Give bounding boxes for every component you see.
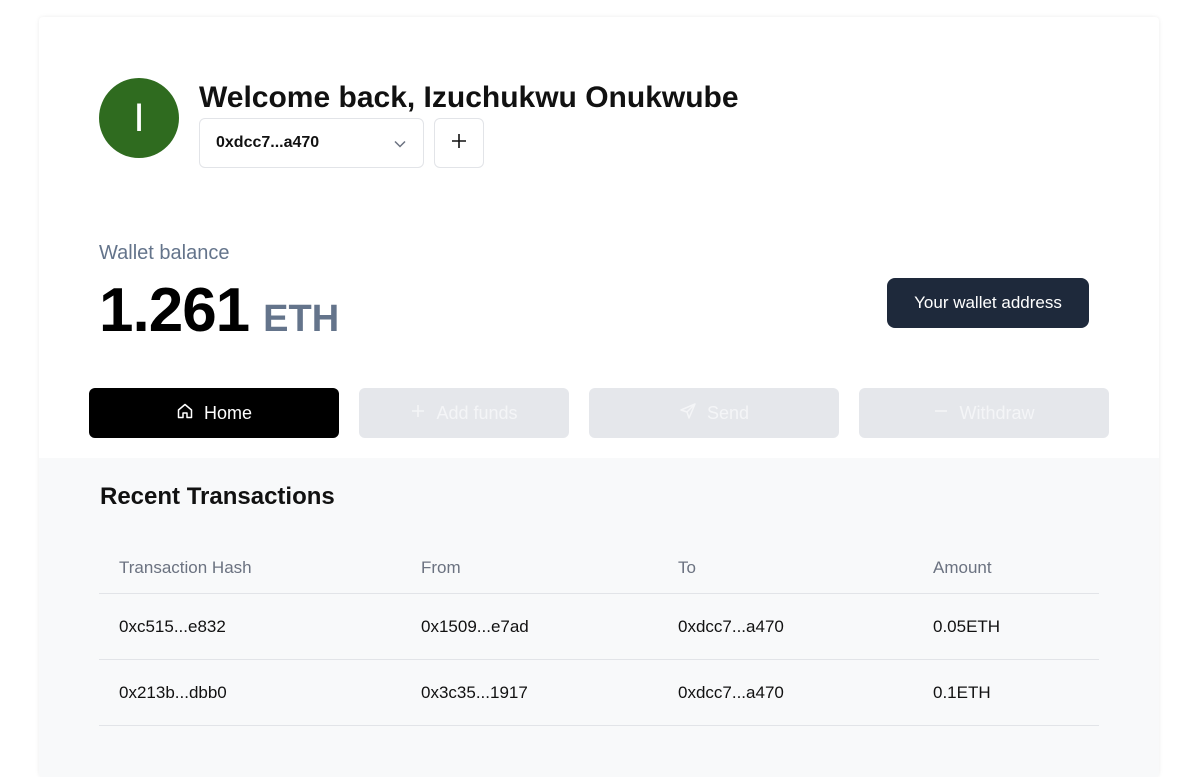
transactions-table: Transaction Hash From To Amount 0xc515..… — [99, 542, 1099, 726]
plus-icon — [410, 403, 426, 424]
balance-label: Wallet balance — [99, 242, 230, 264]
column-header-amount: Amount — [933, 557, 992, 577]
minus-icon — [933, 403, 949, 424]
tx-amount: 0.05ETH — [933, 616, 1001, 636]
plus-icon — [451, 133, 467, 154]
balance-amount: 1.261 — [99, 276, 250, 345]
chevron-down-icon — [393, 137, 407, 156]
section-title: Recent Transactions — [100, 483, 335, 510]
avatar-initial: I — [133, 95, 145, 140]
tx-to: 0xdcc7...a470 — [678, 682, 784, 702]
wallet-card: I Welcome back, Izuchukwu Onukwube 0xdcc… — [39, 17, 1159, 777]
balance-value: 1.261 ETH — [99, 275, 339, 346]
column-header-to: To — [678, 557, 696, 577]
tx-from: 0x1509...e7ad — [421, 616, 529, 636]
welcome-heading: Welcome back, Izuchukwu Onukwube — [199, 81, 739, 114]
home-label: Home — [203, 402, 252, 423]
add-funds-button[interactable]: Add funds — [359, 388, 569, 438]
add-funds-label: Add funds — [436, 402, 518, 423]
wallet-address-button[interactable]: Your wallet address — [887, 278, 1089, 328]
avatar: I — [99, 78, 179, 158]
home-icon — [176, 402, 194, 425]
column-header-from: From — [421, 557, 461, 577]
selected-address: 0xdcc7...a470 — [216, 134, 320, 151]
tx-amount: 0.1ETH — [933, 682, 991, 702]
table-row[interactable]: 0x213b...dbb0 0x3c35...1917 0xdcc7...a47… — [99, 660, 1099, 726]
withdraw-label: Withdraw — [959, 402, 1035, 423]
home-button[interactable]: Home — [89, 388, 339, 438]
recent-transactions-section: Recent Transactions Transaction Hash Fro… — [39, 458, 1159, 777]
tx-to: 0xdcc7...a470 — [678, 616, 784, 636]
tx-hash: 0xc515...e832 — [119, 616, 226, 636]
address-selector[interactable]: 0xdcc7...a470 — [199, 118, 424, 168]
send-icon — [679, 402, 697, 425]
table-row[interactable]: 0xc515...e832 0x1509...e7ad 0xdcc7...a47… — [99, 594, 1099, 660]
balance-unit: ETH — [263, 298, 340, 340]
table-header-row: Transaction Hash From To Amount — [99, 542, 1099, 594]
withdraw-button[interactable]: Withdraw — [859, 388, 1109, 438]
send-button[interactable]: Send — [589, 388, 839, 438]
tx-from: 0x3c35...1917 — [421, 682, 528, 702]
send-label: Send — [706, 402, 750, 423]
add-address-button[interactable] — [434, 118, 484, 168]
column-header-hash: Transaction Hash — [119, 557, 252, 577]
tx-hash: 0x213b...dbb0 — [119, 682, 227, 702]
